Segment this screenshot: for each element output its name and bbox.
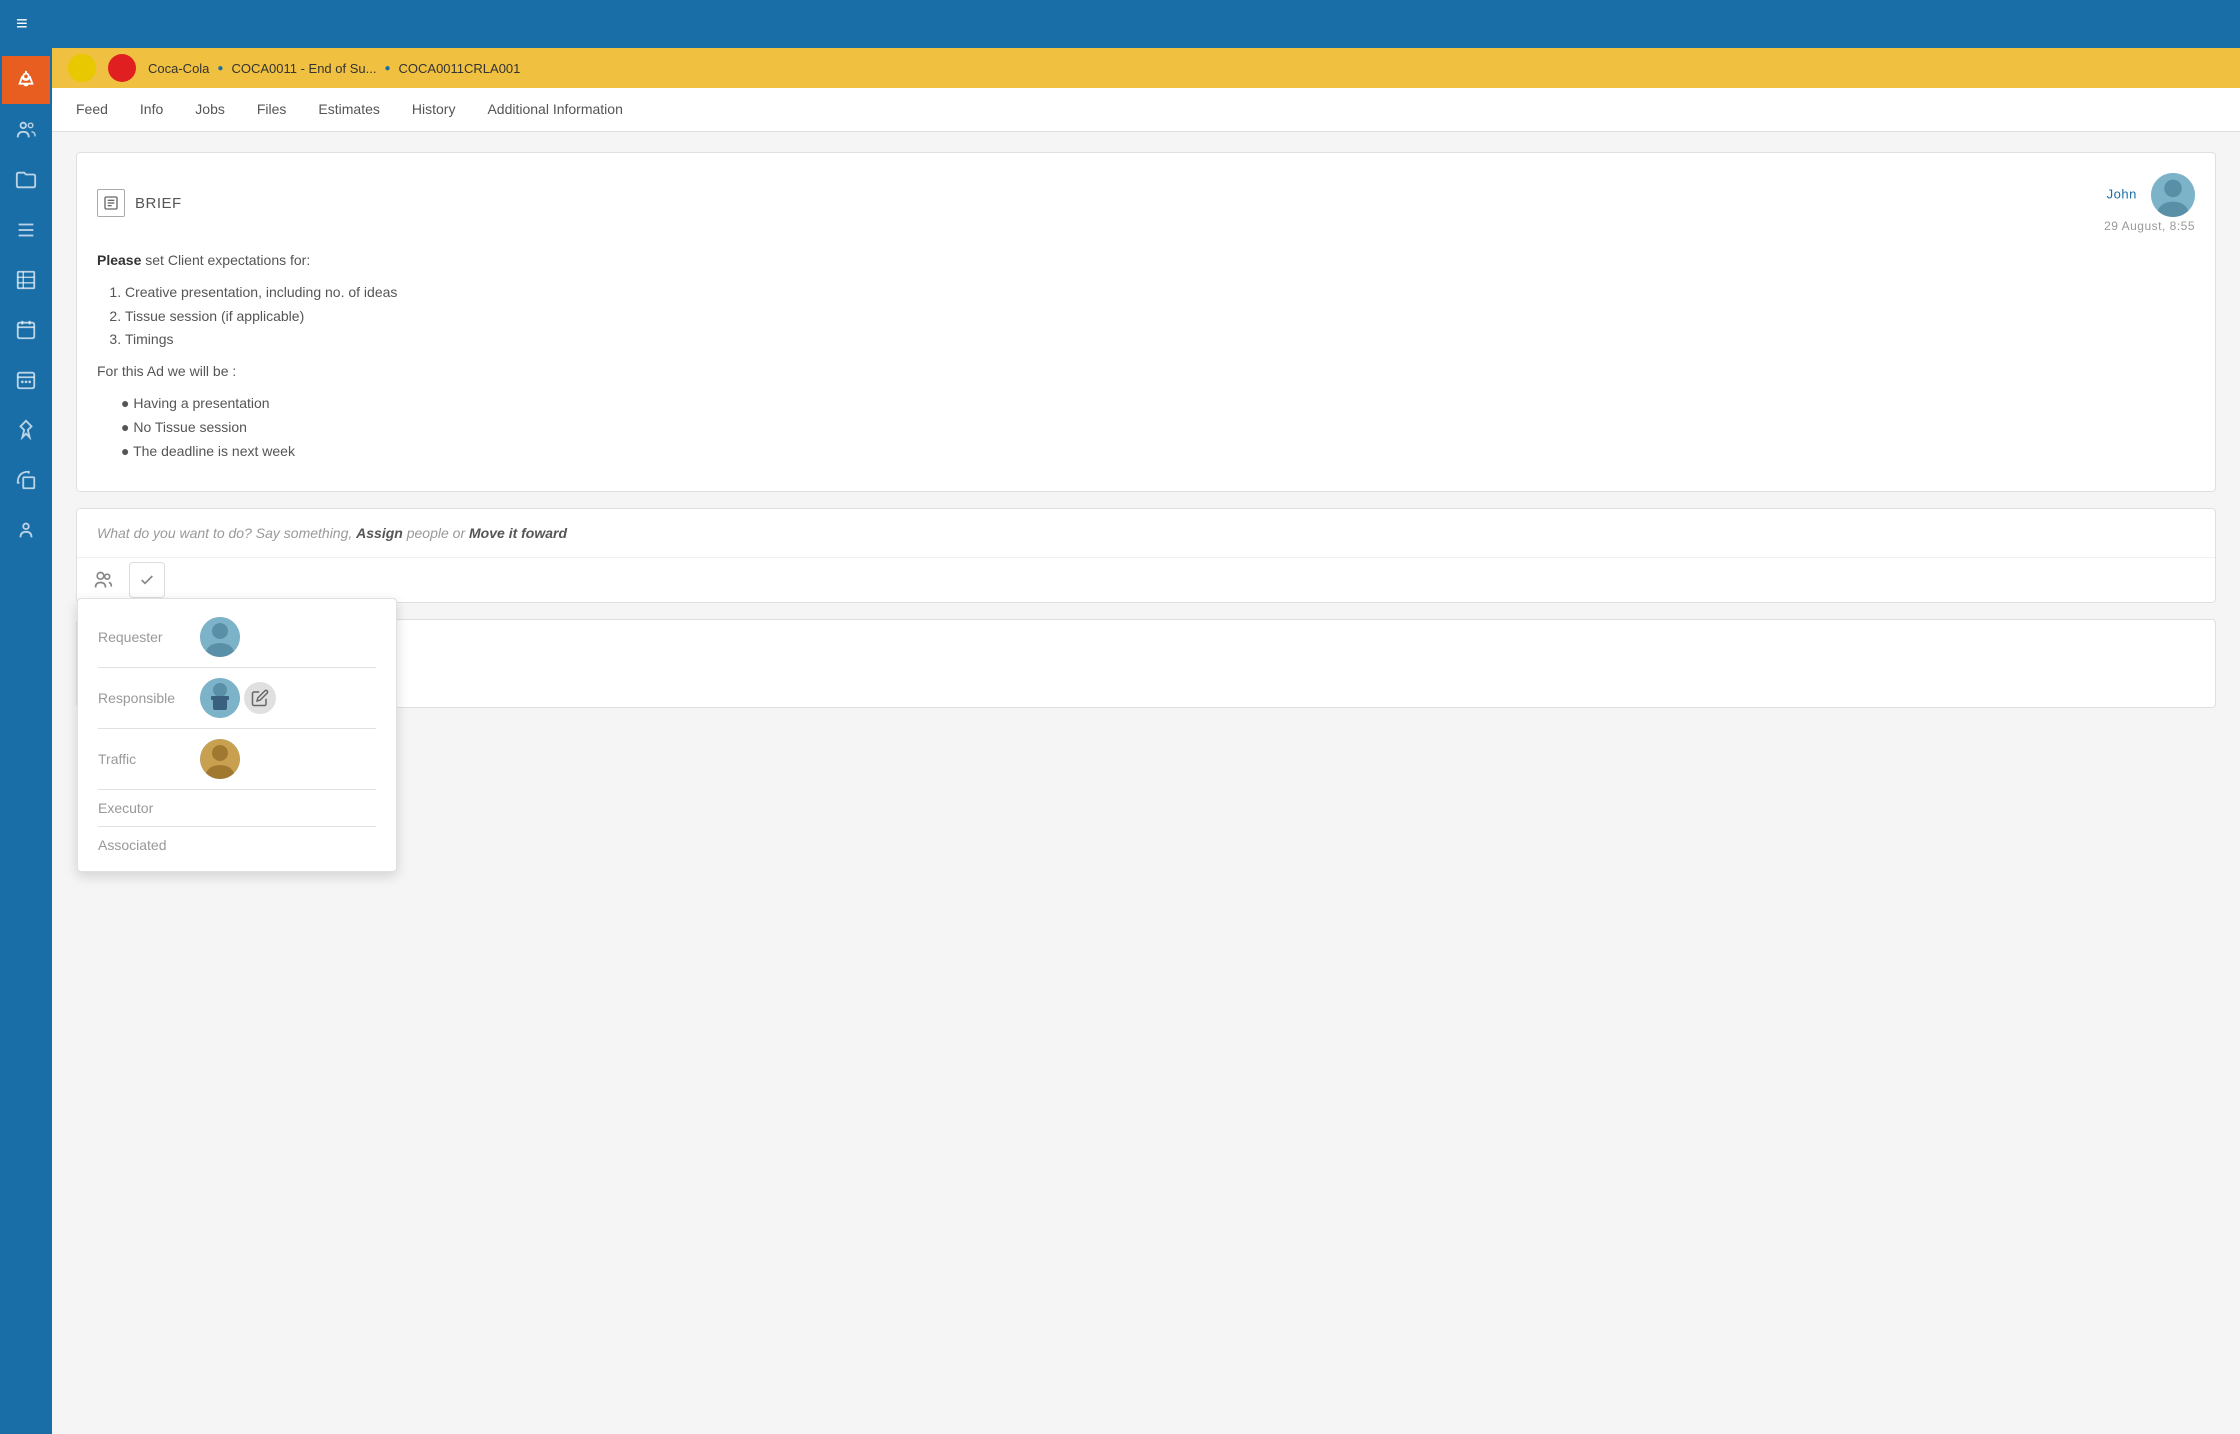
- responsible-avatar: [200, 678, 240, 718]
- role-traffic: Traffic: [98, 751, 188, 767]
- assign-row-executor[interactable]: Executor: [78, 790, 396, 826]
- sidebar-item-folder[interactable]: [2, 156, 50, 204]
- tab-estimates[interactable]: Estimates: [318, 89, 379, 131]
- breadcrumb-item1[interactable]: COCA0011 - End of Su...: [231, 61, 376, 76]
- brief-bullet-2: No Tissue session: [121, 416, 2195, 440]
- sidebar-item-calendar[interactable]: [2, 356, 50, 404]
- assign-dropdown: Requester Responsible: [77, 598, 397, 872]
- placeholder-assign: Assign: [356, 525, 403, 541]
- brief-content: Please set Client expectations for: Crea…: [97, 249, 2195, 463]
- breadcrumb-item2[interactable]: COCA0011CRLA001: [399, 61, 521, 76]
- company-logo-red: [108, 54, 136, 82]
- role-associated: Associated: [98, 837, 188, 853]
- edit-icon[interactable]: [242, 680, 278, 716]
- sidebar-item-table[interactable]: [2, 256, 50, 304]
- brief-author: John 29 August, 8:55: [2104, 173, 2195, 233]
- tab-additional[interactable]: Additional Information: [487, 89, 622, 131]
- brief-list-item-3: Timings: [125, 328, 2195, 352]
- placeholder-middle: people or: [403, 525, 469, 541]
- comment-placeholder: What do you want to do? Say something, A…: [77, 509, 2215, 557]
- breadcrumb: Coca-Cola ● COCA0011 - End of Su... ● CO…: [52, 48, 2240, 88]
- assign-row-requester[interactable]: Requester: [78, 607, 396, 667]
- assign-row-responsible[interactable]: Responsible: [78, 668, 396, 728]
- role-responsible: Responsible: [98, 690, 188, 706]
- assign-people-button[interactable]: [85, 562, 121, 598]
- sidebar-item-calendar-alt[interactable]: [2, 306, 50, 354]
- brief-author-date: 29 August, 8:55: [2104, 219, 2195, 233]
- brief-bullet-3: The deadline is next week: [121, 440, 2195, 464]
- assign-row-traffic[interactable]: Traffic: [78, 729, 396, 789]
- role-executor: Executor: [98, 800, 188, 816]
- brief-author-name: John: [2107, 186, 2137, 201]
- top-bar: ≡: [0, 0, 2240, 48]
- tab-history[interactable]: History: [412, 89, 456, 131]
- brief-title: BRIEF: [135, 195, 182, 212]
- tab-jobs[interactable]: Jobs: [195, 89, 225, 131]
- comment-meta: Rachel 8:20: [151, 636, 2195, 651]
- brief-list-item-1: Creative presentation, including no. of …: [125, 281, 2195, 305]
- tab-info[interactable]: Info: [140, 89, 163, 131]
- timesheet-entry: nd added 01:00 timesheet hours: [151, 675, 2195, 691]
- brief-list-item-2: Tissue session (if applicable): [125, 305, 2195, 329]
- breadcrumb-dot-1: ●: [217, 63, 223, 74]
- sidebar-item-people[interactable]: [2, 106, 50, 154]
- sidebar-item-list[interactable]: [2, 206, 50, 254]
- sidebar-item-notification[interactable]: [2, 56, 50, 104]
- brief-intro-rest: set Client expectations for:: [141, 252, 310, 268]
- brief-bullet-1: Having a presentation: [121, 392, 2195, 416]
- brief-intro-bold: Please: [97, 252, 141, 268]
- placeholder-move: Move it foward: [469, 525, 567, 541]
- company-logo-yellow: [68, 54, 96, 82]
- breadcrumb-dot-2: ●: [384, 63, 390, 74]
- assign-row-associated[interactable]: Associated: [78, 827, 396, 863]
- comment-body: Rachel 8:20 commented on. nd added 01:00…: [151, 636, 2195, 691]
- tab-feed[interactable]: Feed: [76, 89, 108, 131]
- main-content: BRIEF John 29 August, 8:55 Please set Cl…: [52, 132, 2240, 1434]
- tab-bar: Feed Info Jobs Files Estimates History A…: [52, 88, 2240, 132]
- author-avatar: [2151, 173, 2195, 217]
- comment-text: commented on.: [151, 655, 2195, 671]
- sidebar: [0, 48, 52, 1434]
- breadcrumb-company[interactable]: Coca-Cola: [148, 61, 209, 76]
- brief-header: BRIEF John 29 August, 8:55: [97, 173, 2195, 233]
- traffic-avatar: [200, 739, 240, 779]
- placeholder-regular: What do you want to do? Say something,: [97, 525, 356, 541]
- breadcrumb-text: Coca-Cola ● COCA0011 - End of Su... ● CO…: [148, 61, 520, 76]
- brief-icon: [97, 189, 125, 217]
- hamburger-icon[interactable]: ≡: [16, 13, 28, 36]
- sidebar-item-group[interactable]: [2, 506, 50, 554]
- role-requester: Requester: [98, 629, 188, 645]
- comment-input-area: What do you want to do? Say something, A…: [76, 508, 2216, 603]
- brief-card: BRIEF John 29 August, 8:55 Please set Cl…: [76, 152, 2216, 492]
- requester-avatar: [200, 617, 240, 657]
- tab-files[interactable]: Files: [257, 89, 287, 131]
- brief-for-text: For this Ad we will be :: [97, 360, 2195, 384]
- confirm-button[interactable]: [129, 562, 165, 598]
- comment-entry: Rachel 8:20 commented on. nd added 01:00…: [76, 619, 2216, 708]
- comment-toolbar: Requester Responsible: [77, 557, 2215, 602]
- sidebar-item-copy[interactable]: [2, 456, 50, 504]
- sidebar-item-pin[interactable]: [2, 406, 50, 454]
